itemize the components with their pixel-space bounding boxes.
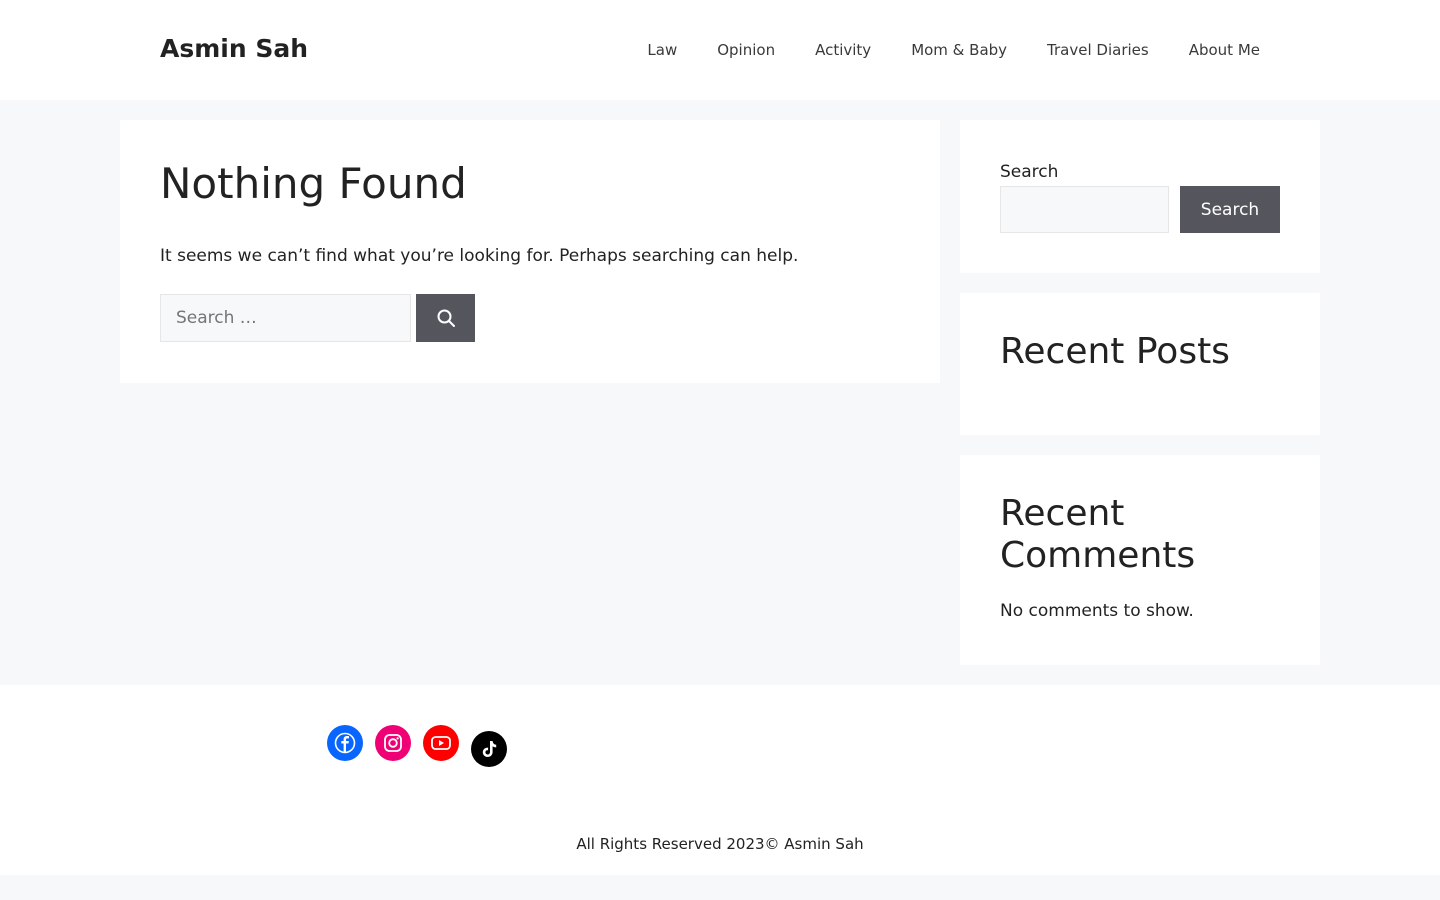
search-form <box>160 294 475 342</box>
instagram-glyph <box>384 734 402 752</box>
not-found-message: It seems we can’t find what you’re looki… <box>160 246 799 266</box>
recent-comments-title: Recent Comments <box>1000 493 1196 576</box>
facebook-glyph <box>334 732 356 754</box>
youtube-glyph <box>431 736 451 750</box>
nav-item-about-me[interactable]: About Me <box>1189 40 1260 60</box>
page-title: Nothing Found <box>160 159 467 208</box>
sidebar-search-input[interactable] <box>1000 186 1169 233</box>
facebook-icon[interactable] <box>327 725 363 761</box>
copyright-text: All Rights Reserved 2023© Asmin Sah <box>576 835 864 853</box>
sidebar-search-button[interactable]: Search <box>1180 186 1280 233</box>
site-header: Asmin Sah Law Opinion Activity Mom & Bab… <box>0 0 1440 100</box>
no-comments-text: No comments to show. <box>1000 601 1194 621</box>
search-submit-button[interactable] <box>416 294 475 342</box>
search-icon <box>437 309 455 327</box>
tiktok-icon[interactable] <box>471 731 507 767</box>
nav-item-travel-diaries[interactable]: Travel Diaries <box>1047 40 1149 60</box>
nav-item-law[interactable]: Law <box>647 40 677 60</box>
recent-posts-widget: Recent Posts <box>960 293 1320 435</box>
recent-posts-title: Recent Posts <box>1000 331 1230 372</box>
youtube-icon[interactable] <box>423 725 459 761</box>
search-input[interactable] <box>160 294 411 342</box>
nav-item-activity[interactable]: Activity <box>815 40 871 60</box>
main-content: Nothing Found It seems we can’t find wha… <box>120 120 940 383</box>
tiktok-glyph <box>482 741 497 757</box>
site-title-link[interactable]: Asmin Sah <box>160 32 308 66</box>
sidebar-search-widget: Search Search <box>960 120 1320 273</box>
nav-item-opinion[interactable]: Opinion <box>717 40 775 60</box>
recent-comments-widget: Recent Comments No comments to show. <box>960 455 1320 665</box>
nav-item-mom-baby[interactable]: Mom & Baby <box>911 40 1007 60</box>
sidebar-search-label: Search <box>1000 162 1059 182</box>
site-footer: All Rights Reserved 2023© Asmin Sah <box>0 685 1440 875</box>
main-nav: Law Opinion Activity Mom & Baby Travel D… <box>647 0 1260 100</box>
instagram-icon[interactable] <box>375 725 411 761</box>
